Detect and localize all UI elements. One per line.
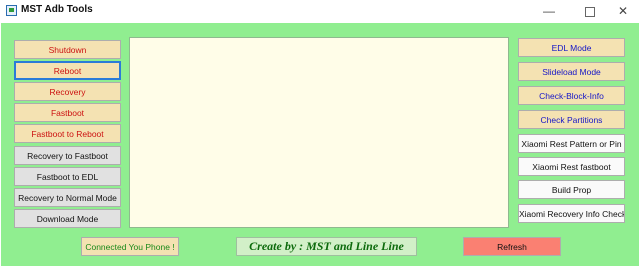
credit-label: Create by : MST and Line Line: [236, 237, 417, 256]
minimize-button[interactable]: —: [532, 0, 566, 22]
app-window: MST Adb Tools — ✕ Shutdown Reboot Recove…: [0, 0, 640, 266]
window-title: MST Adb Tools: [21, 4, 93, 15]
fastboot-button[interactable]: Fastboot: [14, 103, 121, 122]
recovery-to-fastboot-button[interactable]: Recovery to Fastboot: [14, 146, 121, 165]
download-mode-button[interactable]: Download Mode: [14, 209, 121, 228]
maximize-button[interactable]: [573, 0, 607, 22]
shutdown-button[interactable]: Shutdown: [14, 40, 121, 59]
xiaomi-reset-pattern-button[interactable]: Xiaomi Rest Pattern or Pin: [518, 134, 625, 153]
check-partitions-button[interactable]: Check Partitions: [518, 110, 625, 129]
xiaomi-reset-fastboot-button[interactable]: Xiaomi Rest fastboot: [518, 157, 625, 176]
title-bar[interactable]: MST Adb Tools — ✕: [0, 0, 640, 22]
check-block-info-button[interactable]: Check-Block-Info: [518, 86, 625, 105]
recovery-to-normal-mode-button[interactable]: Recovery to Normal Mode: [14, 188, 121, 207]
fastboot-to-reboot-button[interactable]: Fastboot to Reboot: [14, 124, 121, 143]
build-prop-button[interactable]: Build Prop: [518, 180, 625, 199]
log-output-textbox[interactable]: [129, 37, 509, 228]
refresh-button[interactable]: Refresh: [463, 237, 561, 256]
fastboot-to-edl-button[interactable]: Fastboot to EDL: [14, 167, 121, 186]
slideload-mode-button[interactable]: Slideload Mode: [518, 62, 625, 81]
close-button[interactable]: ✕: [606, 0, 640, 22]
connection-status-button[interactable]: Connected You Phone !: [81, 237, 179, 256]
xiaomi-recovery-info-button[interactable]: Xiaomi Recovery Info Check: [518, 204, 625, 223]
maximize-icon: [585, 7, 595, 17]
recovery-button[interactable]: Recovery: [14, 82, 121, 101]
app-icon: [6, 5, 17, 16]
edl-mode-button[interactable]: EDL Mode: [518, 38, 625, 57]
reboot-button[interactable]: Reboot: [14, 61, 121, 80]
